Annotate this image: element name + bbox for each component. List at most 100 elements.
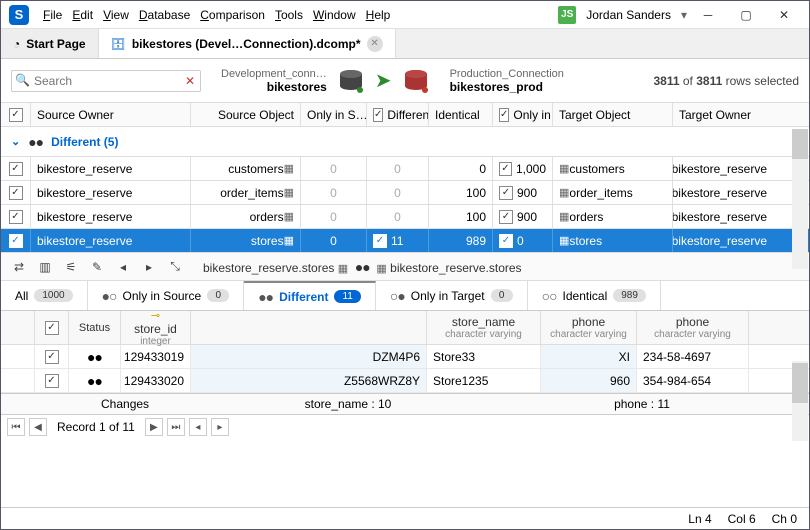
cell-owner: bikestore_reserve — [31, 229, 191, 252]
col-target-object[interactable]: Target Object — [553, 103, 673, 126]
cell-store-id: 129433019 — [121, 345, 191, 368]
columns-icon[interactable]: ▥ — [35, 257, 55, 277]
col-source-object[interactable]: Source Object — [191, 103, 301, 126]
nav-less[interactable]: ◂ — [189, 418, 207, 436]
target-conn-label: Production_Connection — [450, 68, 564, 80]
select-all-checkbox[interactable]: ✓ — [9, 108, 23, 122]
filter-tab-only-in-target[interactable]: ○●Only in Target0 — [376, 281, 528, 310]
filter-tab-different[interactable]: ●●Different11 — [244, 281, 376, 310]
col-phone-tgt[interactable]: phonecharacter varying — [637, 311, 749, 344]
user-name[interactable]: Jordan Sanders — [586, 8, 671, 22]
grid-header: ✓ Source Owner Source Object Only in S… … — [1, 103, 809, 127]
filter-tab-only-in-source[interactable]: ●○Only in Source0 — [88, 281, 245, 310]
dots-icon: ○○ — [542, 288, 557, 304]
user-badge[interactable]: JS — [558, 6, 576, 24]
cell-towner: bikestore_reserve — [673, 181, 773, 204]
filter-tab-identical[interactable]: ○○Identical989 — [528, 281, 661, 310]
user-dropdown-icon[interactable]: ▾ — [681, 8, 687, 22]
db-icon: 🗄 — [111, 37, 126, 51]
vertical-scrollbar[interactable] — [792, 129, 808, 269]
cell-only-t: ✓ 900 — [493, 181, 553, 204]
filter-label: All — [15, 289, 28, 303]
nav-first[interactable]: ⏮ — [7, 418, 25, 436]
nav-last[interactable]: ⏭ — [167, 418, 185, 436]
filter-tab-all[interactable]: All1000 — [1, 281, 88, 310]
group-different[interactable]: ⌄ ●● Different (5) — [1, 127, 809, 157]
menu-comparison[interactable]: Comparison — [196, 6, 269, 24]
cell-status: ●● — [69, 369, 121, 392]
menu-edit[interactable]: Edit — [68, 6, 97, 24]
cell-src-val: DZM4P6 — [191, 345, 427, 368]
table-row[interactable]: ✓bikestore_reserveorder_items ▦00100✓ 90… — [1, 181, 809, 205]
cell-store-name: Store33 — [427, 345, 541, 368]
col-phone-src[interactable]: phonecharacter varying — [541, 311, 637, 344]
filter-icon[interactable]: ⚟ — [61, 257, 81, 277]
col-only-target[interactable]: ✓Only in T — [493, 103, 553, 126]
clear-search-icon[interactable]: ✕ — [185, 74, 195, 88]
col-target-owner[interactable]: Target Owner — [673, 103, 773, 126]
cell-src-val: Z5568WRZ8Y — [191, 369, 427, 392]
tab-start-page[interactable]: ◔ Start Page — [1, 29, 99, 58]
menu-window[interactable]: Window — [309, 6, 360, 24]
cell-only-t: ✓ 0 — [493, 229, 553, 252]
nav-prev[interactable]: ◀ — [29, 418, 47, 436]
cell-store-name: Store1235 — [427, 369, 541, 392]
record-label: Record 1 of 11 — [57, 420, 135, 434]
col-status[interactable]: Status — [69, 311, 121, 344]
cell-object: stores ▦ — [191, 229, 301, 252]
tab-document[interactable]: 🗄 bikestores (Devel…Connection).dcomp* ✕ — [99, 29, 396, 58]
table-icon: ▦ — [284, 162, 294, 175]
target-db-icon — [402, 69, 430, 93]
table-icon: ▦ — [559, 210, 569, 223]
dots-icon: ●● — [258, 289, 273, 305]
detail-row[interactable]: ✓●●129433020Z5568WRZ8YStore1235960354-98… — [1, 369, 809, 393]
filter-label: Only in Source — [123, 289, 202, 303]
col-source-owner[interactable]: Source Owner — [31, 103, 191, 126]
close-button[interactable]: ✕ — [767, 3, 801, 27]
col-store-id[interactable]: ⊸store_idinteger — [121, 311, 191, 344]
tab-label: Start Page — [26, 37, 85, 51]
next-icon[interactable]: ▸ — [139, 257, 159, 277]
minimize-button[interactable]: ─ — [691, 3, 725, 27]
cell-only-s: 0 — [301, 229, 367, 252]
nav-more[interactable]: ▸ — [211, 418, 229, 436]
menu-tools[interactable]: Tools — [271, 6, 307, 24]
search-input[interactable] — [11, 70, 201, 92]
table-row[interactable]: ✓bikestore_reservestores ▦0✓ 11989✓ 0▦ s… — [1, 229, 809, 253]
menu-help[interactable]: Help — [362, 6, 395, 24]
menubar: FileEditViewDatabaseComparisonToolsWindo… — [39, 6, 554, 24]
maximize-button[interactable]: ▢ — [729, 3, 763, 27]
col-different[interactable]: ✓Different — [367, 103, 429, 126]
cell-ident: 989 — [429, 229, 493, 252]
row-checkbox[interactable]: ✓ — [45, 374, 59, 388]
table-row[interactable]: ✓bikestore_reserveorders ▦00100✓ 900▦ or… — [1, 205, 809, 229]
edit-icon[interactable]: ✎ — [87, 257, 107, 277]
filter-label: Different — [279, 290, 328, 304]
cell-object: order_items ▦ — [191, 181, 301, 204]
sync-icon[interactable]: ⇄ — [9, 257, 29, 277]
menu-view[interactable]: View — [99, 6, 133, 24]
detail-select-all[interactable]: ✓ — [45, 321, 59, 335]
col-store-name[interactable]: store_namecharacter varying — [427, 311, 541, 344]
cell-diff: 0 — [367, 157, 429, 180]
table-row[interactable]: ✓bikestore_reservecustomers ▦000✓ 1,000▦… — [1, 157, 809, 181]
detail-scrollbar[interactable] — [792, 361, 808, 441]
search-icon: 🔍 — [15, 73, 30, 87]
nav-next[interactable]: ▶ — [145, 418, 163, 436]
row-checkbox[interactable]: ✓ — [9, 210, 23, 224]
row-checkbox[interactable]: ✓ — [45, 350, 59, 364]
col-only-source[interactable]: Only in S… — [301, 103, 367, 126]
tab-close-icon[interactable]: ✕ — [367, 36, 383, 52]
cell-towner: bikestore_reserve — [673, 205, 773, 228]
statusbar: Ln 4 Col 6 Ch 0 — [1, 507, 809, 529]
detail-row[interactable]: ✓●●129433019DZM4P6Store33XI234-58-4697 — [1, 345, 809, 369]
cell-only-t: ✓ 900 — [493, 205, 553, 228]
collapse-icon[interactable]: ⤡ — [165, 257, 185, 277]
menu-file[interactable]: File — [39, 6, 66, 24]
row-checkbox[interactable]: ✓ — [9, 234, 23, 248]
row-checkbox[interactable]: ✓ — [9, 186, 23, 200]
row-checkbox[interactable]: ✓ — [9, 162, 23, 176]
prev-icon[interactable]: ◂ — [113, 257, 133, 277]
menu-database[interactable]: Database — [135, 6, 194, 24]
col-identical[interactable]: Identical — [429, 103, 493, 126]
